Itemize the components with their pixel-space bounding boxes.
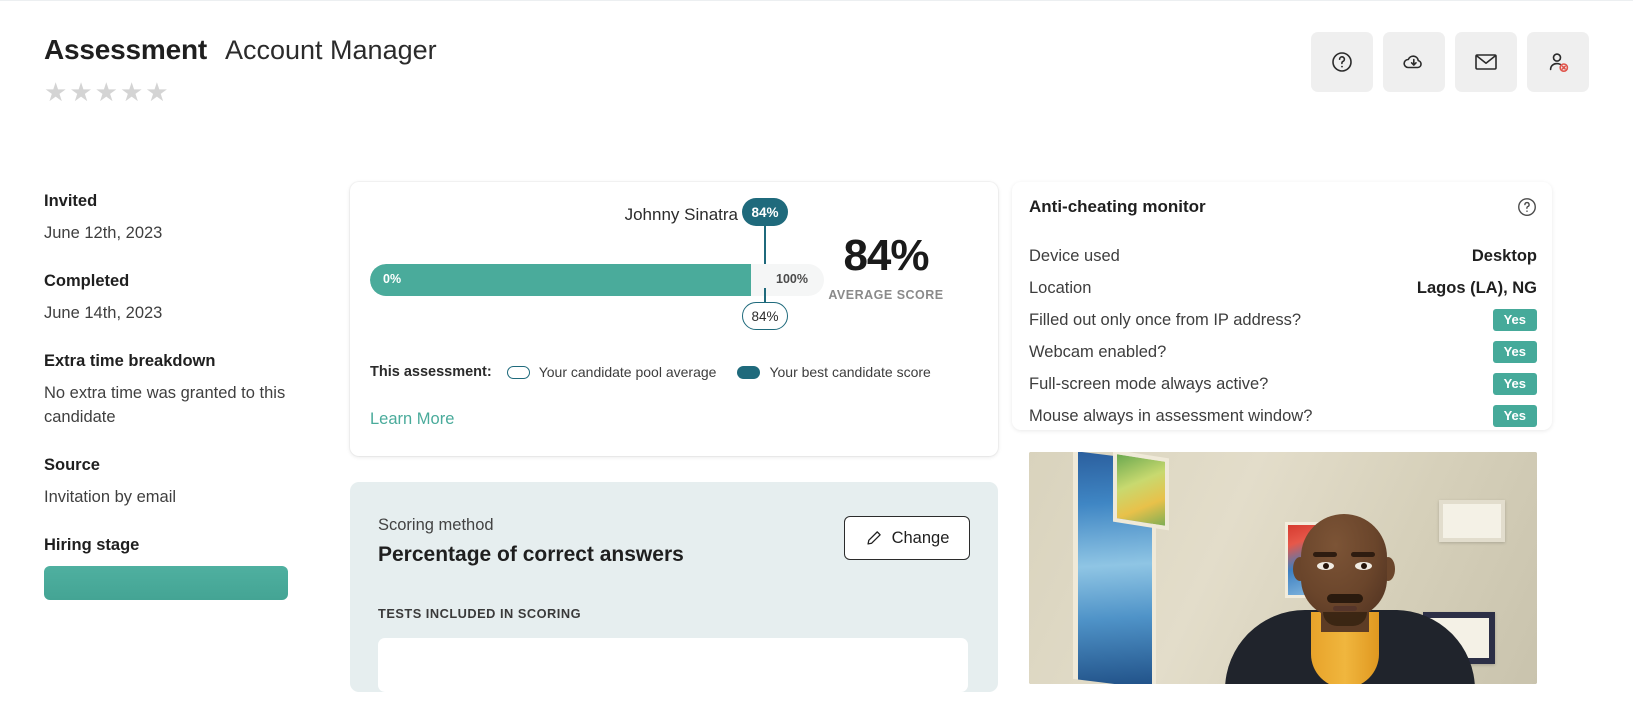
score-bar-fill: [370, 264, 752, 296]
star-icon[interactable]: ★: [95, 79, 118, 105]
test-row[interactable]: [378, 638, 968, 692]
legend-best-swatch: [737, 365, 761, 379]
download-button[interactable]: [1383, 32, 1445, 92]
cloud-download-icon: [1403, 55, 1422, 69]
row-label: Filled out only once from IP address?: [1029, 310, 1302, 329]
bar-min-label: 0%: [383, 272, 402, 286]
person-pupil-right: [1361, 563, 1367, 569]
anti-cheating-card: Anti-cheating monitor Device used Deskto…: [1012, 182, 1552, 430]
score-bar-track: 0% 100%: [370, 264, 824, 296]
sidebar-label: Hiring stage: [44, 535, 140, 554]
row-value: Lagos (LA), NG: [1416, 278, 1537, 297]
pencil-icon: [867, 531, 881, 545]
star-icon[interactable]: ★: [69, 79, 92, 105]
status-badge: Yes: [1492, 404, 1537, 428]
sidebar-value: Invitation by email: [44, 487, 177, 506]
page-header: Assessment Account Manager ★ ★ ★ ★ ★: [44, 32, 1589, 134]
sidebar-label: Source: [44, 455, 100, 474]
row-label: Webcam enabled?: [1029, 342, 1167, 361]
anti-cheating-row: Full-screen mode always active? Yes: [1029, 368, 1537, 400]
person-mouth: [1333, 606, 1357, 611]
legend-pool-swatch: [506, 365, 530, 379]
role-title: Account Manager: [224, 35, 437, 65]
person-eyebrow-right: [1351, 552, 1375, 557]
anti-cheating-row: Device used Desktop: [1029, 240, 1537, 272]
legend-title: This assessment:: [370, 364, 492, 380]
tests-included-caption: TESTS INCLUDED IN SCORING: [378, 606, 582, 621]
email-button[interactable]: [1455, 32, 1517, 92]
right-column: Anti-cheating monitor Device used Deskto…: [1012, 182, 1589, 702]
candidate-name-label: Johnny Sinatra: [624, 205, 738, 224]
anti-cheating-help-button[interactable]: [1516, 196, 1538, 223]
anti-cheating-row: Webcam enabled? Yes: [1029, 336, 1537, 368]
reject-candidate-icon: [1549, 53, 1569, 72]
anti-cheating-title: Anti-cheating monitor: [1029, 197, 1206, 216]
main-column: Johnny Sinatra 84% 0% 100% 84% 84% AVERA…: [350, 182, 998, 692]
person-moustache: [1327, 594, 1363, 603]
person-eyebrow-left: [1313, 552, 1337, 557]
webcam-snapshot: [1029, 452, 1537, 684]
row-label: Device used: [1029, 246, 1120, 265]
star-icon[interactable]: ★: [44, 79, 67, 105]
row-label: Mouse always in assessment window?: [1029, 406, 1313, 425]
row-value: Desktop: [1471, 246, 1537, 265]
anti-cheating-row: Location Lagos (LA), NG: [1029, 272, 1537, 304]
anti-cheating-row: Filled out only once from IP address? Ye…: [1029, 304, 1537, 336]
reject-candidate-button[interactable]: [1527, 32, 1589, 92]
top-divider: [0, 0, 1633, 1]
legend-best-label: Your best candidate score: [769, 364, 931, 380]
person-pupil-left: [1323, 563, 1329, 569]
help-icon: [1518, 198, 1536, 216]
mail-icon: [1475, 54, 1497, 70]
sidebar-value: June 14th, 2023: [44, 303, 163, 322]
average-score-value: 84%: [843, 231, 929, 280]
marker-stem-top: [764, 226, 766, 264]
best-score-badge: 84%: [742, 198, 788, 226]
chart-legend: This assessment: Your candidate pool ave…: [370, 364, 931, 380]
scoring-method-card: Scoring method Percentage of correct ans…: [350, 482, 998, 692]
average-score-caption: AVERAGE SCORE: [828, 288, 944, 302]
star-icon[interactable]: ★: [120, 79, 143, 105]
sidebar-label: Invited: [44, 192, 98, 210]
sidebar-item-completed: Completed June 14th, 2023: [44, 272, 344, 326]
sidebar-value: June 12th, 2023: [44, 224, 163, 242]
sidebar-label: Extra time breakdown: [44, 351, 216, 370]
row-label: Full-screen mode always active?: [1029, 374, 1269, 393]
sidebar-label: Completed: [44, 271, 130, 290]
star-icon[interactable]: ★: [145, 79, 168, 105]
change-button-label: Change: [891, 528, 950, 547]
help-button[interactable]: [1311, 32, 1373, 92]
sidebar-item-hiring-stage: Hiring stage: [44, 536, 344, 600]
picture-frame-top-right: [1439, 500, 1505, 542]
change-scoring-button[interactable]: Change: [844, 516, 970, 560]
hiring-stage-selector[interactable]: [44, 565, 288, 600]
anti-cheating-row: Mouse always in assessment window? Yes: [1029, 400, 1537, 432]
row-label: Location: [1029, 278, 1092, 297]
legend-pool-label: Your candidate pool average: [538, 364, 717, 380]
help-icon: [1332, 52, 1352, 72]
anti-cheating-rows: Device used Desktop Location Lagos (LA),…: [1029, 240, 1537, 432]
sidebar-item-invited: Invited June 12th, 2023: [44, 192, 344, 246]
status-badge: Yes: [1492, 308, 1537, 332]
sidebar-item-source: Source Invitation by email: [44, 456, 344, 510]
score-card: Johnny Sinatra 84% 0% 100% 84% 84% AVERA…: [350, 182, 998, 456]
sidebar-value: No extra time was granted to this candid…: [44, 383, 286, 426]
wall-art-left-top: [1113, 452, 1169, 531]
learn-more-link[interactable]: Learn More: [370, 410, 454, 429]
status-badge: Yes: [1492, 340, 1537, 364]
details-sidebar: Invited June 12th, 2023 Completed June 1…: [44, 192, 344, 626]
average-score-block: 84% AVERAGE SCORE: [796, 231, 976, 303]
assessment-title: Assessment: [44, 34, 207, 65]
status-badge: Yes: [1492, 372, 1537, 396]
sidebar-item-extra-time: Extra time breakdown No extra time was g…: [44, 352, 344, 430]
header-actions: [1311, 32, 1589, 92]
pool-average-badge: 84%: [742, 302, 788, 330]
